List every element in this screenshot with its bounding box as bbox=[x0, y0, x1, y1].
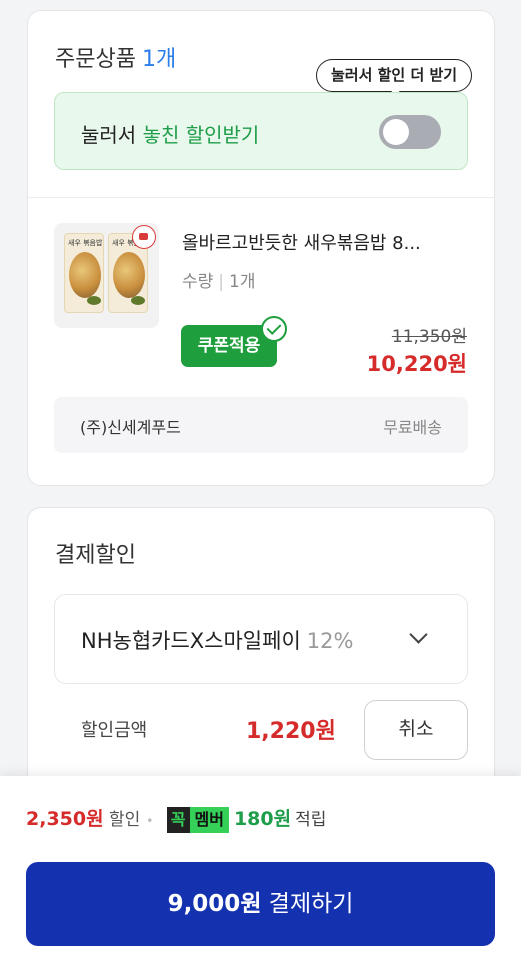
chevron-down-icon bbox=[409, 625, 428, 644]
brand-badge-icon bbox=[132, 225, 156, 249]
product-pack-left: 새우 볶음밥 bbox=[64, 233, 104, 313]
summary-dot: • bbox=[146, 814, 154, 828]
total-discount-amount: 2,350원 bbox=[26, 808, 104, 830]
discount-toggle[interactable] bbox=[379, 115, 441, 149]
member-badge-m: 멤버 bbox=[189, 807, 229, 833]
reward-amount: 180원 bbox=[233, 808, 292, 830]
rice-image bbox=[69, 252, 101, 298]
discount-amount-value: 1,220원 bbox=[246, 719, 336, 744]
section-divider bbox=[28, 197, 494, 198]
quantity-value: 1개 bbox=[229, 272, 256, 292]
seller-name: (주)신세계푸드 bbox=[80, 418, 181, 437]
missed-discount-prefix: 눌러서 bbox=[81, 123, 143, 147]
order-section-title: 주문상품 1개 bbox=[55, 41, 176, 73]
leaf-image bbox=[87, 296, 101, 305]
card-discount-value: NH농협카드X스마일페이 12% bbox=[81, 625, 353, 655]
seller-box: (주)신세계푸드 무료배송 bbox=[54, 397, 468, 453]
quantity-separator: | bbox=[218, 272, 225, 292]
total-discount-label: 할인 bbox=[109, 810, 141, 830]
discount-tooltip: 눌러서 할인 더 받기 bbox=[316, 59, 473, 92]
missed-discount-box[interactable]: 눌러서 놓친 할인받기 bbox=[54, 92, 468, 170]
original-price: 11,350원 bbox=[391, 327, 467, 347]
cancel-button[interactable]: 취소 bbox=[364, 700, 468, 760]
order-products-card: 주문상품 1개 눌러서 할인 더 받기 눌러서 놓친 할인받기 새우 볶음밥 새우… bbox=[27, 10, 495, 486]
pack-label-left: 새우 볶음밥 bbox=[68, 239, 103, 247]
reward-label: 적립 bbox=[295, 810, 327, 830]
summary-row: 2,350원 할인 • 꼭 멤버 180원 적립 bbox=[26, 804, 326, 833]
rice-image bbox=[113, 252, 145, 298]
product-thumbnail[interactable]: 새우 볶음밥 새우 볶음밥 bbox=[54, 223, 159, 328]
card-discount-select[interactable]: NH농협카드X스마일페이 12% bbox=[54, 594, 468, 684]
payment-discount-card: 결제할인 NH농협카드X스마일페이 12% 할인금액 1,220원 취소 bbox=[27, 507, 495, 807]
card-name: NH농협카드X스마일페이 bbox=[81, 629, 301, 653]
leaf-image bbox=[131, 296, 145, 305]
order-title: 주문상품 bbox=[55, 47, 136, 72]
pay-amount: 9,000원 bbox=[167, 891, 262, 917]
pay-button[interactable]: 9,000원 결제하기 bbox=[26, 862, 495, 946]
product-name[interactable]: 올바르고반듯한 새우볶음밥 8... bbox=[182, 229, 421, 255]
discount-amount-label: 할인금액 bbox=[81, 720, 148, 741]
quantity-row: 수량 | 1개 bbox=[182, 267, 255, 292]
sale-price: 10,220원 bbox=[366, 352, 467, 376]
missed-discount-text: 눌러서 놓친 할인받기 bbox=[81, 119, 259, 148]
payment-discount-title: 결제할인 bbox=[55, 543, 136, 568]
check-icon bbox=[261, 316, 287, 342]
member-badge: 꼭 멤버 bbox=[166, 807, 229, 833]
quantity-label: 수량 bbox=[182, 272, 214, 292]
pay-label: 결제하기 bbox=[268, 891, 354, 917]
order-count: 1개 bbox=[141, 47, 177, 72]
card-rate: 12% bbox=[306, 629, 354, 653]
member-badge-k: 꼭 bbox=[166, 807, 190, 833]
toggle-knob bbox=[383, 119, 409, 145]
bottom-checkout-bar: 2,350원 할인 • 꼭 멤버 180원 적립 9,000원 결제하기 bbox=[0, 776, 521, 960]
shipping-info: 무료배송 bbox=[383, 418, 442, 437]
missed-discount-highlight: 놓친 할인받기 bbox=[142, 123, 260, 147]
